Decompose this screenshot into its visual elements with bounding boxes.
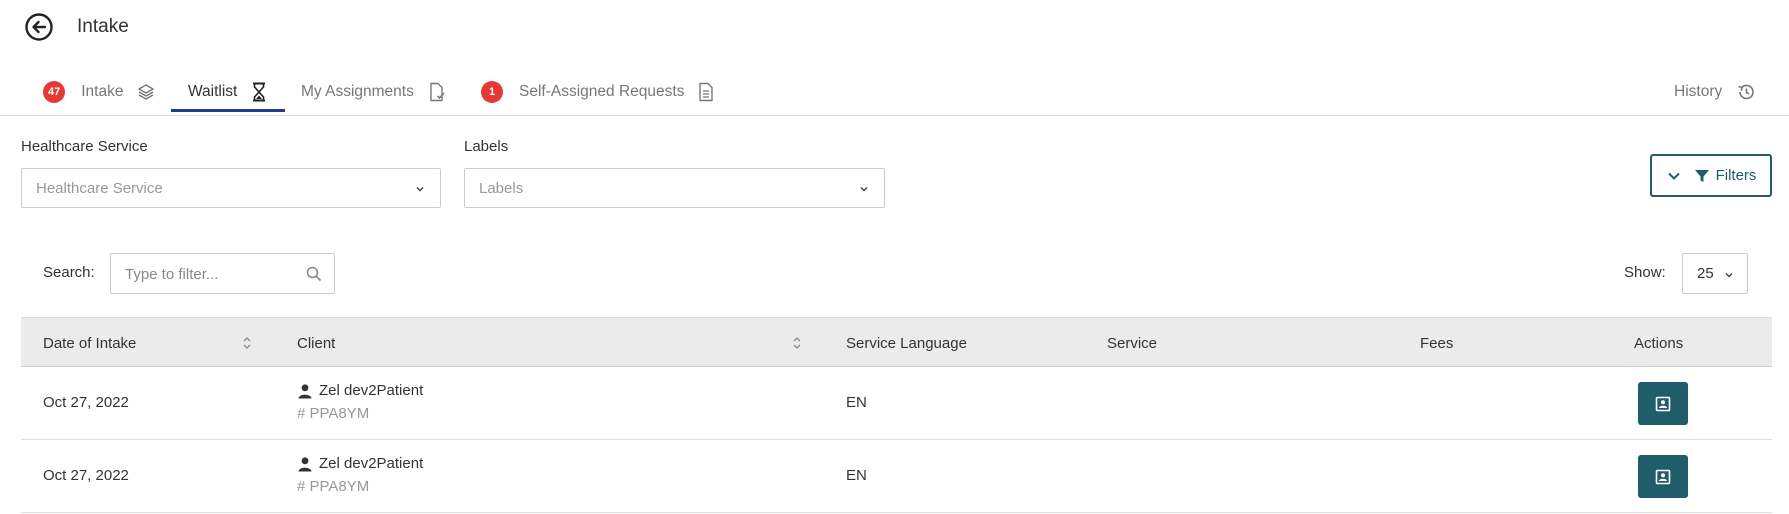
client-id: # PPA8YM — [297, 405, 370, 422]
client-cell[interactable]: Zel dev2Patient # PPA8YM — [297, 382, 423, 422]
filters-button-label: Filters — [1715, 167, 1757, 184]
search-field[interactable] — [110, 253, 335, 294]
history-label: History — [1674, 83, 1723, 100]
tab-my-assignments[interactable]: My Assignments — [301, 68, 446, 116]
chevron-down-icon — [860, 186, 868, 192]
search-input[interactable] — [125, 264, 295, 284]
history-button[interactable]: History — [1674, 68, 1756, 116]
user-icon — [298, 456, 312, 471]
tab-label: Self-Assigned Requests — [519, 83, 685, 100]
tab-label: My Assignments — [301, 83, 414, 100]
tab-label: Intake — [81, 83, 124, 100]
language-cell: EN — [846, 467, 867, 484]
page-size-select[interactable]: 25 — [1682, 253, 1748, 294]
page-header: Intake — [0, 0, 1789, 68]
user-icon — [298, 383, 312, 398]
sort-icon[interactable] — [791, 335, 803, 351]
chevron-down-icon — [1725, 272, 1733, 278]
view-details-button[interactable] — [1638, 382, 1688, 425]
column-header-service: Service — [1107, 334, 1158, 352]
client-name: Zel dev2Patient — [319, 455, 424, 472]
view-details-button[interactable] — [1638, 455, 1688, 498]
show-label: Show: — [1624, 264, 1666, 281]
column-header-date[interactable]: Date of Intake — [43, 318, 136, 368]
filters-button[interactable]: Filters — [1650, 154, 1772, 197]
client-cell[interactable]: Zel dev2Patient # PPA8YM — [297, 455, 423, 495]
client-name: Zel dev2Patient — [319, 382, 424, 399]
column-header-fees: Fees — [1420, 334, 1454, 352]
table-row[interactable]: Oct 27, 2022 Zel dev2Patient # PPA8YM EN — [21, 367, 1772, 440]
labels-label: Labels — [464, 138, 509, 155]
active-tab-indicator — [171, 109, 285, 112]
tab-label: Waitlist — [188, 83, 238, 100]
document-icon — [698, 82, 714, 102]
tab-badge: 47 — [43, 81, 66, 103]
layers-icon — [137, 83, 155, 101]
chevron-down-icon — [416, 186, 424, 192]
labels-select[interactable]: Labels — [464, 168, 885, 208]
back-button[interactable] — [24, 12, 54, 42]
healthcare-service-placeholder: Healthcare Service — [36, 179, 163, 197]
search-label: Search: — [43, 264, 95, 281]
table-header: Date of Intake Client Service Language S… — [21, 317, 1772, 367]
healthcare-service-label: Healthcare Service — [21, 138, 148, 155]
healthcare-service-select[interactable]: Healthcare Service — [21, 168, 441, 208]
chevron-down-icon — [1667, 172, 1680, 180]
column-header-client[interactable]: Client — [297, 318, 335, 368]
history-icon — [1736, 82, 1756, 102]
search-icon — [306, 266, 322, 282]
hourglass-icon — [251, 82, 267, 102]
language-cell: EN — [846, 394, 867, 411]
filter-icon — [1694, 169, 1709, 182]
page-size-value: 25 — [1697, 265, 1714, 282]
date-cell: Oct 27, 2022 — [43, 394, 129, 411]
column-header-service-language: Service Language — [846, 334, 967, 352]
page-title: Intake — [77, 16, 129, 37]
labels-placeholder: Labels — [479, 179, 524, 197]
document-check-icon — [428, 82, 446, 102]
tab-self-assigned-requests[interactable]: 1 Self-Assigned Requests — [481, 68, 714, 116]
date-cell: Oct 27, 2022 — [43, 467, 129, 484]
client-id: # PPA8YM — [297, 478, 370, 495]
tab-badge: 1 — [481, 81, 503, 103]
table-row[interactable]: Oct 27, 2022 Zel dev2Patient # PPA8YM EN — [21, 440, 1772, 513]
contact-card-icon — [1655, 396, 1671, 411]
sort-icon[interactable] — [241, 335, 253, 351]
tab-intake[interactable]: 47 Intake — [43, 68, 155, 116]
waitlist-table: Date of Intake Client Service Language S… — [21, 317, 1772, 513]
column-header-actions: Actions — [1634, 334, 1684, 352]
arrow-left-circle-icon — [25, 13, 53, 41]
contact-card-icon — [1655, 469, 1671, 484]
